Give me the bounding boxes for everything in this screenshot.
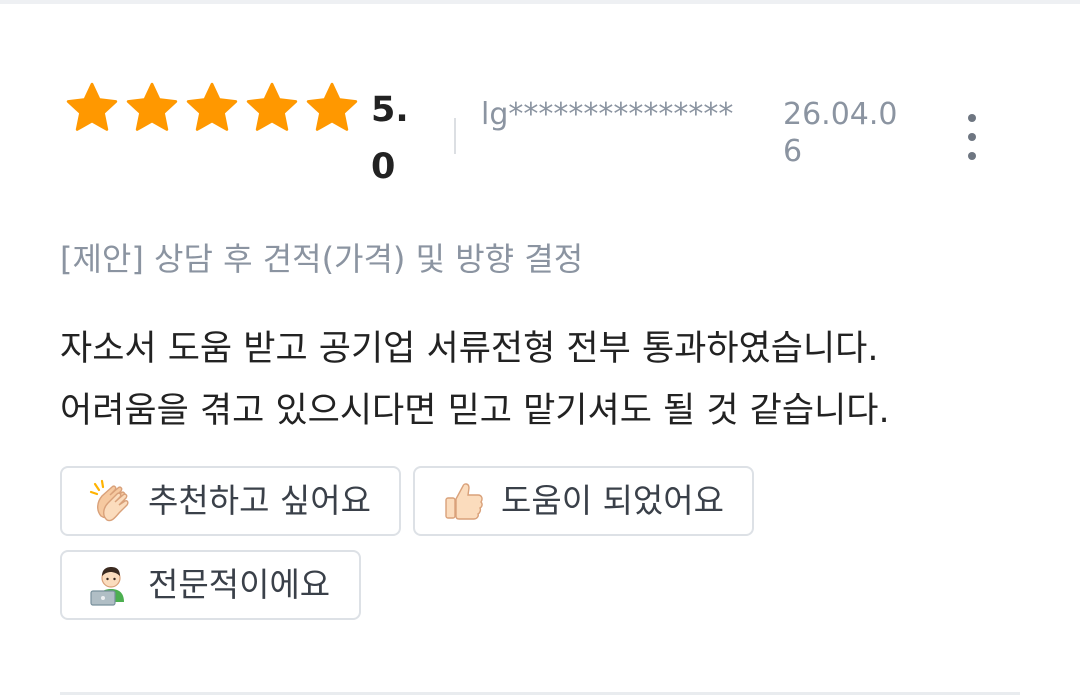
- more-vertical-icon: [968, 152, 976, 160]
- rating-score: 5.0: [371, 90, 409, 187]
- star-icon: [246, 82, 298, 131]
- thumbs-up-icon: [441, 478, 487, 524]
- star-rating: [62, 80, 362, 136]
- technologist-icon: [88, 562, 134, 608]
- reaction-label: 전문적이에요: [148, 565, 331, 604]
- more-vertical-icon: [968, 114, 976, 122]
- review-body: 자소서 도움 받고 공기업 서류전형 전부 통과하였습니다. 어려움을 겪고 있…: [60, 318, 1040, 442]
- reaction-label: 도움이 되었어요: [501, 481, 725, 520]
- top-divider: [0, 0, 1080, 4]
- reaction-professional-button[interactable]: 전문적이에요: [60, 550, 361, 620]
- proposal-label: [제안] 상담 후 견적(가격) 및 방향 결정: [60, 240, 584, 278]
- more-vertical-icon: [968, 133, 976, 141]
- clapping-hands-icon: [88, 478, 134, 524]
- review-text-line: 자소서 도움 받고 공기업 서류전형 전부 통과하였습니다.: [60, 329, 879, 369]
- reaction-label: 추천하고 싶어요: [148, 481, 372, 520]
- author-id: lg***************: [481, 97, 734, 132]
- star-icon: [126, 82, 178, 131]
- star-icon: [306, 82, 358, 131]
- bottom-divider: [60, 692, 1020, 695]
- review-date: 26.04.06: [783, 97, 898, 169]
- star-icon: [186, 82, 238, 131]
- review-text-line: 어려움을 겪고 있으시다면 믿고 맡기셔도 될 것 같습니다.: [60, 391, 890, 431]
- meta-divider: [454, 118, 456, 154]
- more-options-button[interactable]: [955, 110, 989, 164]
- reaction-helpful-button[interactable]: 도움이 되었어요: [413, 466, 754, 536]
- reaction-recommend-button[interactable]: 추천하고 싶어요: [60, 466, 401, 536]
- star-icon: [66, 82, 118, 131]
